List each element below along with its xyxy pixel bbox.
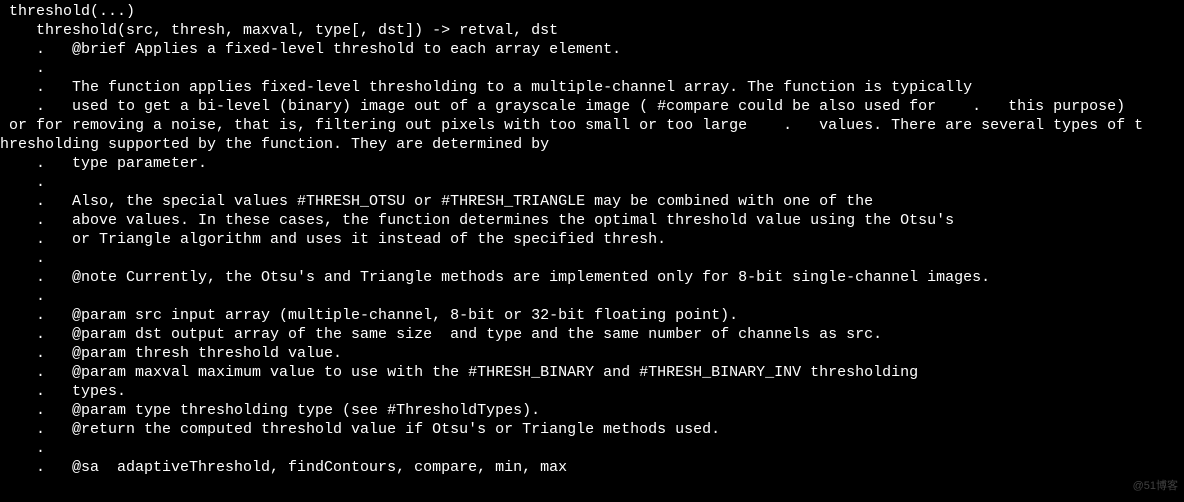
threshold-docstring: threshold(...) threshold(src, thresh, ma… — [0, 0, 1184, 477]
watermark: @51博客 — [1133, 477, 1178, 496]
